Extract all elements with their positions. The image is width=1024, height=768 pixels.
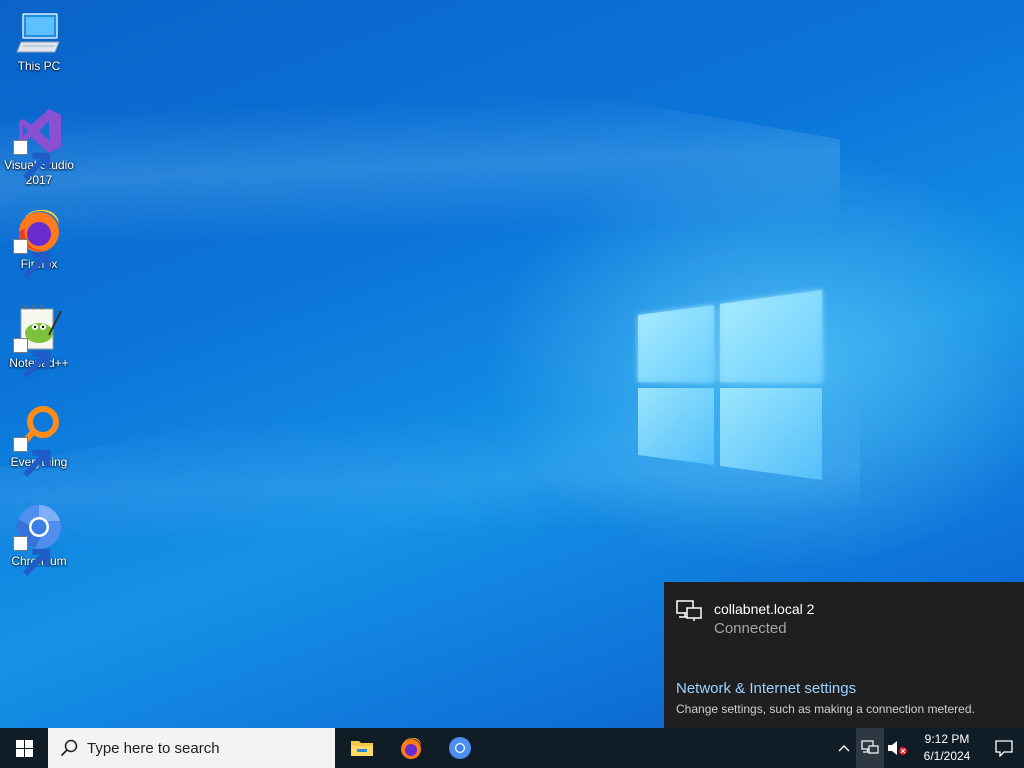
- shortcut-arrow-icon: [13, 239, 51, 280]
- everything-icon: [13, 404, 63, 478]
- chromium-icon: [448, 737, 471, 759]
- windows-logo-wallpaper: [638, 290, 822, 480]
- network-tray-button[interactable]: [856, 728, 884, 768]
- network-icon: [861, 740, 879, 754]
- desktop-icon-this-pc[interactable]: This PC: [2, 8, 76, 74]
- desktop-icon-firefox[interactable]: Firefox: [2, 206, 76, 280]
- notification-icon: [995, 740, 1013, 757]
- network-status: Connected: [714, 620, 787, 637]
- taskbar-chromium[interactable]: [435, 728, 484, 768]
- clock-time: 9:12 PM: [924, 732, 970, 746]
- taskbar-clock[interactable]: 9:12 PM 6/1/2024: [910, 731, 984, 765]
- clock-date: 6/1/2024: [923, 749, 971, 763]
- ethernet-network-icon: [676, 600, 702, 621]
- desktop-icon-visual-studio[interactable]: Visual Studio 2017: [2, 107, 76, 188]
- taskbar-firefox[interactable]: [386, 728, 435, 768]
- desktop-icon-label: This PC: [17, 59, 61, 73]
- start-button[interactable]: [0, 728, 48, 768]
- network-settings-description: Change settings, such as making a connec…: [676, 702, 975, 716]
- taskbar-file-explorer[interactable]: [337, 728, 386, 768]
- desktop-icon-everything[interactable]: Everything: [2, 404, 76, 478]
- desktop-icon-notepad-plus-plus[interactable]: Notepad++: [2, 305, 76, 379]
- search-placeholder: Type here to search: [87, 739, 220, 757]
- search-icon: [60, 739, 78, 757]
- chevron-up-icon: [838, 745, 850, 752]
- taskbar: Type here to search 9:12 PM 6/1/2024: [0, 728, 1024, 768]
- desktop-icon-chromium[interactable]: Chromium: [2, 503, 76, 577]
- network-internet-settings-link[interactable]: Network & Internet settings: [676, 680, 856, 697]
- volume-muted-icon: [888, 741, 907, 755]
- windows-start-icon: [15, 739, 33, 757]
- shortcut-arrow-icon: [13, 338, 51, 379]
- taskbar-search-box[interactable]: Type here to search: [48, 728, 335, 768]
- file-explorer-icon: [350, 741, 373, 756]
- firefox-icon: [400, 737, 421, 759]
- desktop: This PC Visual Studio 2017 Firefox Notep…: [0, 0, 1024, 728]
- network-entry[interactable]: collabnet.local 2 Connected: [676, 600, 814, 639]
- firefox-icon: [13, 206, 63, 280]
- volume-tray-button[interactable]: [884, 728, 910, 768]
- shortcut-arrow-icon: [13, 140, 51, 181]
- shortcut-arrow-icon: [13, 437, 51, 478]
- system-tray: 9:12 PM 6/1/2024: [832, 728, 1024, 768]
- this-pc-icon: [15, 8, 63, 56]
- network-name: collabnet.local 2: [714, 601, 815, 617]
- notepad-plus-plus-icon: [13, 305, 63, 379]
- action-center-button[interactable]: [984, 728, 1024, 768]
- visual-studio-icon: [13, 107, 63, 181]
- network-flyout: collabnet.local 2 Connected Network & In…: [664, 582, 1024, 728]
- chromium-icon: [13, 503, 63, 577]
- shortcut-arrow-icon: [13, 536, 51, 577]
- show-hidden-icons-button[interactable]: [832, 728, 856, 768]
